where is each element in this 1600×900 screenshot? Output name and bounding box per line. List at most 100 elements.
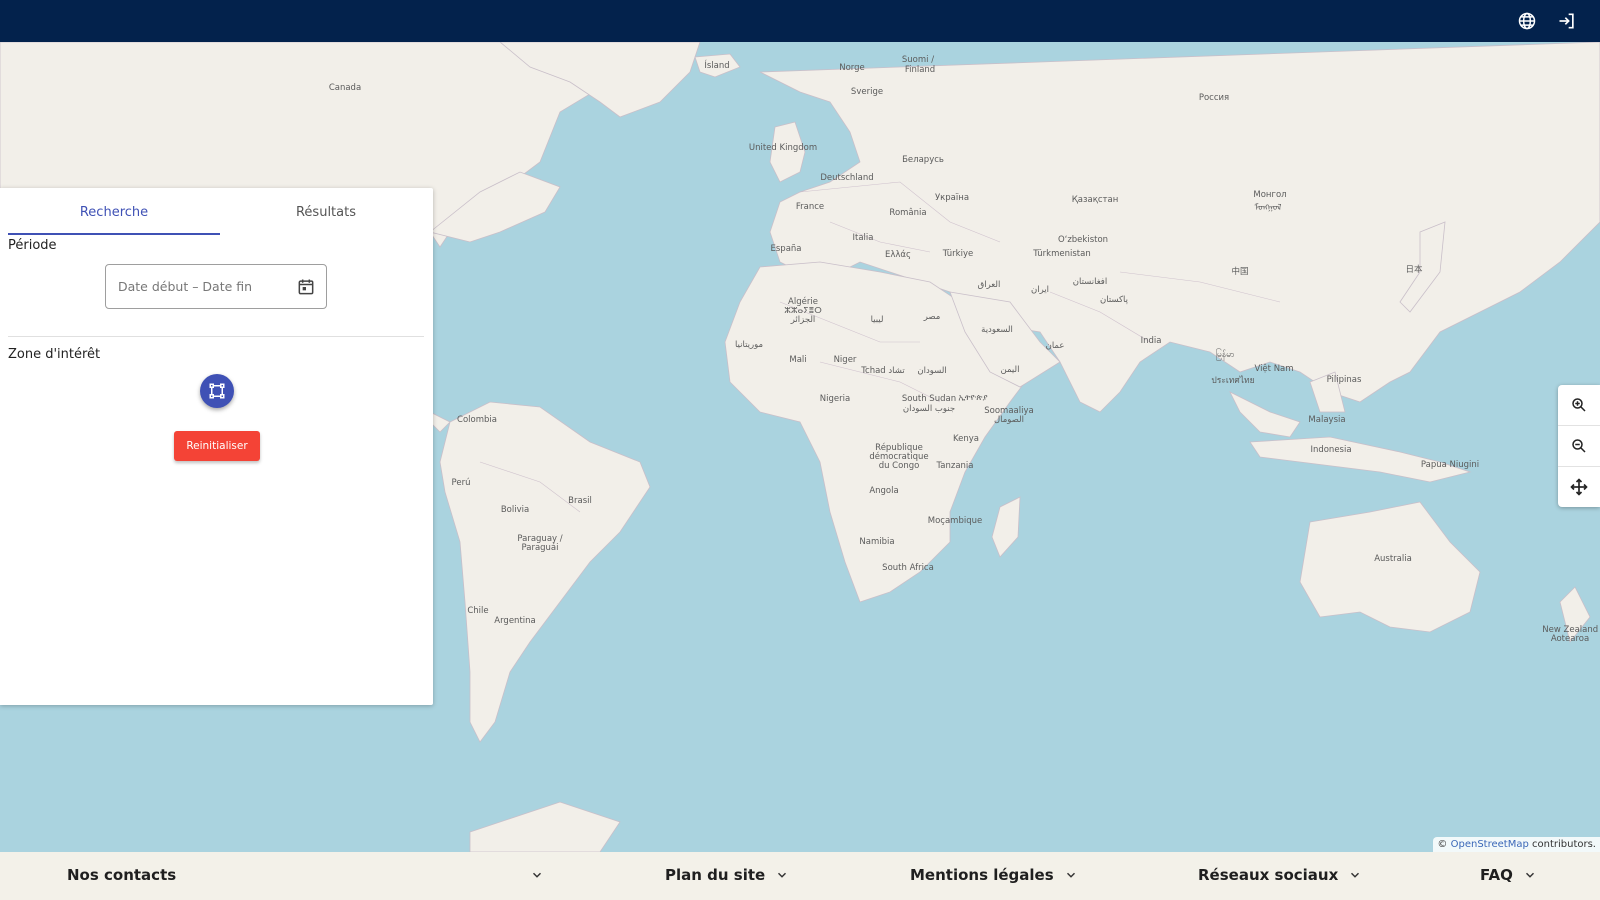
map-label: Malaysia — [1308, 415, 1346, 425]
map-label: عمان — [1045, 341, 1065, 351]
chevron-down-icon — [1351, 872, 1360, 878]
map-label: Indonesia — [1310, 445, 1352, 455]
login-icon[interactable] — [1555, 9, 1579, 33]
chevron-down-icon — [533, 872, 542, 878]
map-label: Perú — [451, 478, 471, 488]
map-label: Türkiye — [942, 249, 974, 259]
map-label: Colombia — [457, 415, 497, 425]
map-label: 中国 — [1231, 267, 1249, 277]
chevron-down-icon — [778, 872, 787, 878]
map-label: Canada — [328, 83, 362, 93]
map-label: Україна — [934, 193, 970, 203]
attribution-prefix: © — [1437, 839, 1448, 850]
reset-button[interactable]: Reinitialiser — [174, 431, 260, 461]
map-label: Angola — [869, 486, 899, 496]
tab-recherche[interactable]: Recherche — [8, 188, 220, 236]
map-label: جنوب السودان — [902, 404, 956, 414]
map-label: South Africa — [882, 563, 934, 573]
map-label: du Congo — [878, 461, 920, 471]
map-label: اليمن — [1000, 365, 1020, 375]
footer-contacts[interactable]: Nos contacts — [67, 866, 544, 884]
map-label: España — [770, 244, 802, 254]
map-label: Niger — [833, 355, 857, 365]
map-label: Deutschland — [820, 173, 874, 183]
map-label: Finland — [904, 65, 936, 75]
calendar-icon[interactable] — [296, 277, 316, 297]
map-label: Moçambique — [927, 516, 983, 526]
footer-faq[interactable]: FAQ — [1480, 866, 1537, 884]
pan-icon — [1570, 478, 1588, 496]
panel-tabs: Recherche Résultats — [8, 188, 424, 236]
footer-social-label: Réseaux sociaux — [1198, 866, 1339, 884]
map-label: پاکستان — [1100, 295, 1128, 305]
map-label: ᠮᠤᠩᠭᠤᠯ — [1254, 203, 1282, 213]
map-label: Italia — [852, 233, 874, 243]
draw-polygon-icon — [209, 383, 225, 399]
map-label: မြန်မာ — [1215, 350, 1235, 360]
map-label: 日本 — [1405, 265, 1423, 275]
search-panel: Recherche Résultats Période Date début –… — [0, 188, 433, 705]
map-label: Papua Niugini — [1420, 460, 1480, 470]
openstreetmap-link[interactable]: OpenStreetMap — [1451, 839, 1529, 850]
map-label: Қазақстан — [1071, 195, 1119, 205]
map-label: Türkmenistan — [1033, 249, 1091, 259]
map-label: الصومال — [993, 415, 1025, 425]
map-label: موريتانيا — [734, 340, 764, 350]
map-label: Ísland — [704, 61, 730, 71]
footer-faq-label: FAQ — [1480, 866, 1513, 884]
date-range-placeholder: Date début – Date fin — [118, 279, 253, 294]
attribution-suffix: contributors. — [1532, 839, 1596, 850]
map-label: Беларусь — [902, 155, 944, 165]
map-label: Sverige — [850, 87, 884, 97]
map-label: Australia — [1374, 554, 1412, 564]
zoom-in-icon — [1572, 398, 1586, 412]
map-label: Brasil — [568, 496, 592, 506]
date-range-field[interactable]: Date début – Date fin — [105, 264, 327, 309]
map-label: România — [889, 208, 927, 218]
footer-social[interactable]: Réseaux sociaux — [1198, 866, 1362, 884]
footer-legal[interactable]: Mentions légales — [910, 866, 1078, 884]
map-label: France — [795, 202, 825, 212]
draw-zone-button[interactable] — [200, 374, 234, 408]
map-label: Norge — [839, 63, 865, 73]
map-label: السعودية — [981, 325, 1013, 335]
top-navigation-bar — [0, 0, 1600, 42]
map-label: ประเทศไทย — [1211, 376, 1255, 386]
zone-label: Zone d'intérêt — [8, 347, 101, 362]
footer: Nos contacts Plan du site Mentions légal… — [0, 852, 1600, 900]
globe-icon[interactable] — [1515, 9, 1539, 33]
map-label: Kenya — [952, 434, 980, 444]
map-label: Pilipinas — [1326, 375, 1362, 385]
zoom-out-button[interactable] — [1558, 426, 1600, 467]
map-label: Argentina — [494, 616, 536, 626]
map-label: ایران — [1030, 285, 1050, 295]
map-label: Tanzania — [936, 461, 974, 471]
map-label: Tchad تشاد — [861, 366, 905, 376]
chevron-down-icon — [1066, 872, 1075, 878]
footer-legal-label: Mentions légales — [910, 866, 1054, 884]
map-label: Chile — [467, 606, 489, 616]
footer-contacts-label: Nos contacts — [67, 866, 177, 884]
map-label: Suomi / — [901, 55, 935, 65]
tab-resultats[interactable]: Résultats — [220, 188, 432, 236]
map-label: South Sudan — [901, 394, 957, 404]
map-label: ኢትዮጵያ — [958, 393, 988, 403]
period-label: Période — [8, 238, 57, 253]
pan-button[interactable] — [1558, 467, 1600, 507]
map-controls — [1558, 385, 1600, 507]
map-label: India — [1140, 336, 1162, 346]
map-attribution: © OpenStreetMap contributors. — [1433, 837, 1600, 852]
map-label: O‘zbekiston — [1057, 235, 1109, 245]
zoom-out-icon — [1572, 439, 1586, 453]
chevron-down-icon — [1525, 872, 1534, 878]
map-label: Nigeria — [819, 394, 851, 404]
footer-sitemap-label: Plan du site — [665, 866, 766, 884]
map-label: العراق — [977, 280, 1001, 290]
map-label: Монгол — [1253, 190, 1287, 200]
map-label: United Kingdom — [748, 143, 818, 153]
zoom-in-button[interactable] — [1558, 385, 1600, 426]
map-label: افغانستان — [1072, 277, 1108, 287]
footer-sitemap[interactable]: Plan du site — [665, 866, 789, 884]
map-label: Bolivia — [500, 505, 530, 515]
section-divider — [8, 336, 424, 337]
